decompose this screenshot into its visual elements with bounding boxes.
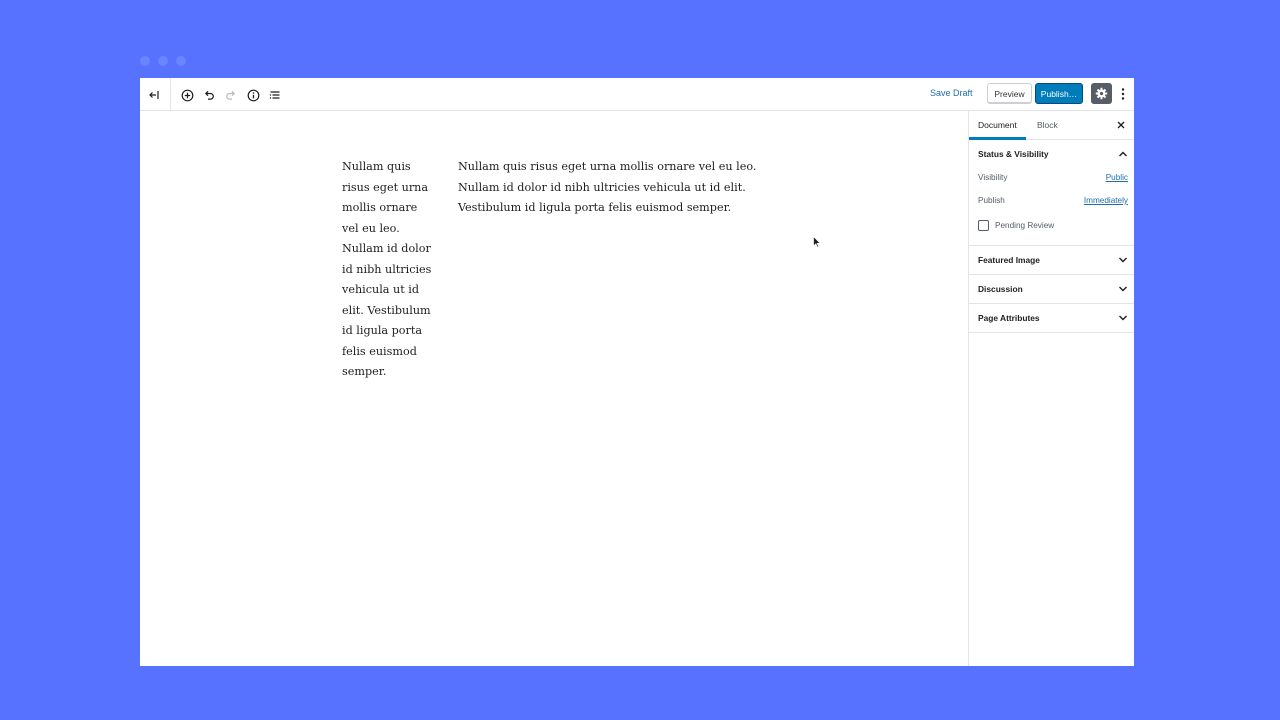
redo-icon[interactable] <box>221 85 241 105</box>
minimize-dot <box>158 56 168 66</box>
panel-title: Discussion <box>978 284 1023 294</box>
window-traffic-lights <box>140 56 186 66</box>
outline-icon[interactable] <box>265 85 285 105</box>
toolbar-divider <box>170 78 171 111</box>
panel-title: Status & Visibility <box>978 149 1049 159</box>
featured-image-toggle[interactable]: Featured Image <box>969 246 1134 274</box>
featured-image-panel: Featured Image <box>969 246 1134 275</box>
back-icon[interactable] <box>144 85 164 105</box>
pending-review-checkbox[interactable] <box>978 220 989 231</box>
close-icon[interactable] <box>1116 120 1126 130</box>
page-attributes-panel: Page Attributes <box>969 304 1134 333</box>
page-attributes-toggle[interactable]: Page Attributes <box>969 304 1134 332</box>
publish-button[interactable]: Publish… <box>1035 83 1083 104</box>
close-dot <box>140 56 150 66</box>
tab-document[interactable]: Document <box>978 120 1017 130</box>
save-draft-button[interactable]: Save Draft <box>930 88 973 98</box>
visibility-link[interactable]: Public <box>1106 173 1128 182</box>
editor-window: Save Draft Preview Publish… Nullam quis … <box>140 78 1134 666</box>
publish-label: Publish <box>978 196 1005 205</box>
pending-review-label: Pending Review <box>995 221 1055 230</box>
chevron-down-icon <box>1119 257 1127 263</box>
more-vertical-icon[interactable] <box>1117 84 1129 104</box>
add-block-icon[interactable] <box>177 85 197 105</box>
discussion-toggle[interactable]: Discussion <box>969 275 1134 303</box>
visibility-row: Visibility Public <box>969 168 1134 191</box>
status-visibility-panel: Status & Visibility Visibility Public Pu… <box>969 140 1134 246</box>
status-visibility-toggle[interactable]: Status & Visibility <box>969 140 1134 168</box>
visibility-label: Visibility <box>978 173 1008 182</box>
chevron-up-icon <box>1119 151 1127 157</box>
column-right-paragraph[interactable]: Nullam quis risus eget urna mollis ornar… <box>458 157 768 219</box>
info-icon[interactable] <box>243 85 263 105</box>
panel-title: Featured Image <box>978 255 1040 265</box>
editor-canvas[interactable]: Nullam quis risus eget urna mollis ornar… <box>140 111 968 666</box>
publish-row: Publish Immediately <box>969 191 1134 214</box>
publish-date-link[interactable]: Immediately <box>1084 196 1128 205</box>
mouse-pointer-icon <box>813 236 821 248</box>
preview-button[interactable]: Preview <box>987 83 1032 104</box>
gear-icon[interactable] <box>1091 83 1112 104</box>
settings-sidebar: Document Block Status & Visibility Visib… <box>968 111 1134 666</box>
discussion-panel: Discussion <box>969 275 1134 304</box>
sidebar-tabs: Document Block <box>969 111 1134 140</box>
tab-block[interactable]: Block <box>1037 120 1058 130</box>
zoom-dot <box>176 56 186 66</box>
pending-review-row: Pending Review <box>969 214 1134 245</box>
chevron-down-icon <box>1119 286 1127 292</box>
panel-title: Page Attributes <box>978 313 1040 323</box>
chevron-down-icon <box>1119 315 1127 321</box>
column-left-paragraph[interactable]: Nullam quis risus eget urna mollis ornar… <box>342 157 434 383</box>
editor-toolbar: Save Draft Preview Publish… <box>140 78 1134 111</box>
undo-icon[interactable] <box>199 85 219 105</box>
